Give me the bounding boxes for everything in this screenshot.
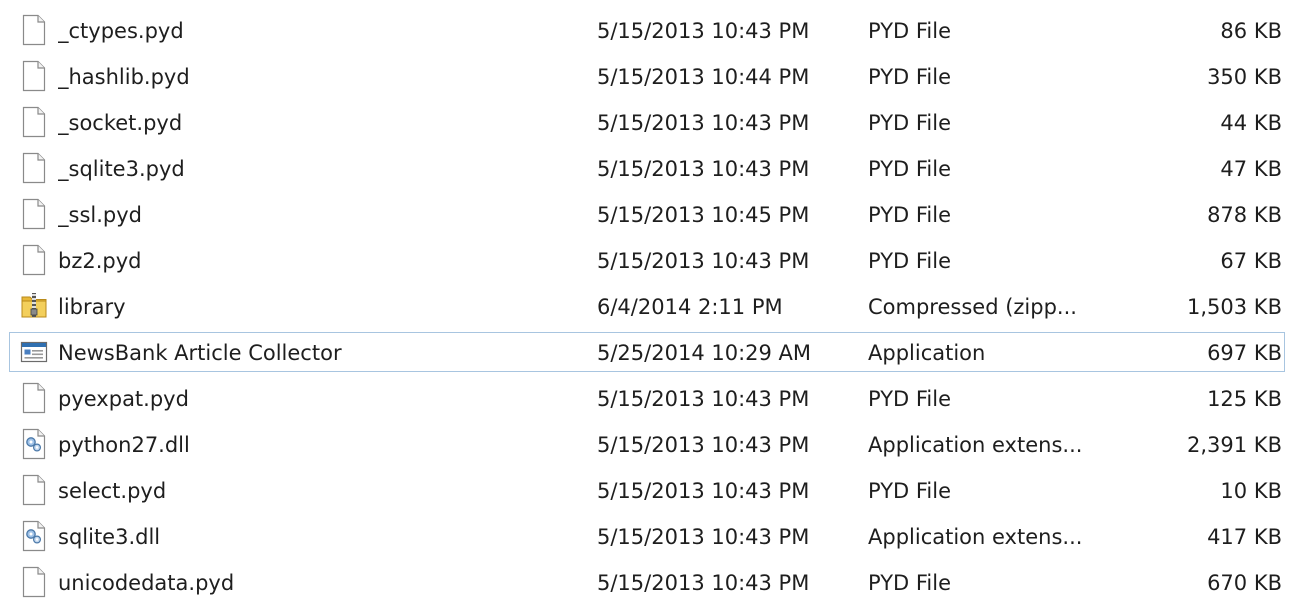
- file-name: pyexpat.pyd: [58, 387, 189, 411]
- file-size: 2,391 KB: [1187, 433, 1282, 457]
- file-type: PYD File: [868, 203, 952, 227]
- file-row[interactable]: _ssl.pyd 5/15/2013 10:45 PM PYD File 878…: [0, 192, 1289, 238]
- file-date-modified: 5/15/2013 10:43 PM: [597, 479, 810, 503]
- file-date-modified: 6/4/2014 2:11 PM: [597, 295, 783, 319]
- file-type: PYD File: [868, 157, 952, 181]
- file-size: 47 KB: [1220, 157, 1282, 181]
- file-row[interactable]: pyexpat.pyd 5/15/2013 10:43 PM PYD File …: [0, 376, 1289, 422]
- file-type: PYD File: [868, 571, 952, 595]
- file-row[interactable]: sqlite3.dll 5/15/2013 10:43 PM Applicati…: [0, 514, 1289, 560]
- file-icon: [20, 14, 48, 46]
- file-size: 417 KB: [1207, 525, 1282, 549]
- file-type: PYD File: [868, 65, 952, 89]
- file-date-modified: 5/15/2013 10:43 PM: [597, 433, 810, 457]
- zip-folder-icon: [20, 290, 48, 322]
- file-row[interactable]: _ctypes.pyd 5/15/2013 10:43 PM PYD File …: [0, 8, 1289, 54]
- dll-icon: [20, 520, 48, 552]
- file-type: Application: [868, 341, 986, 365]
- file-name: bz2.pyd: [58, 249, 142, 273]
- file-row[interactable]: unicodedata.pyd 5/15/2013 10:43 PM PYD F…: [0, 560, 1289, 606]
- file-name: unicodedata.pyd: [58, 571, 235, 595]
- file-size: 1,503 KB: [1187, 295, 1282, 319]
- file-icon: [20, 60, 48, 92]
- file-size: 125 KB: [1207, 387, 1282, 411]
- file-type: PYD File: [868, 387, 952, 411]
- file-row[interactable]: library 6/4/2014 2:11 PM Compressed (zip…: [0, 284, 1289, 330]
- file-date-modified: 5/15/2013 10:43 PM: [597, 19, 810, 43]
- file-name: _hashlib.pyd: [58, 65, 190, 89]
- file-list: _ctypes.pyd 5/15/2013 10:43 PM PYD File …: [0, 8, 1289, 606]
- dll-icon: [20, 428, 48, 460]
- file-name: _ssl.pyd: [58, 203, 142, 227]
- file-icon: [20, 198, 48, 230]
- file-date-modified: 5/15/2013 10:43 PM: [597, 249, 810, 273]
- file-icon: [20, 566, 48, 598]
- file-type: PYD File: [868, 111, 952, 135]
- file-name: library: [58, 295, 126, 319]
- file-type: PYD File: [868, 19, 952, 43]
- file-row[interactable]: NewsBank Article Collector 5/25/2014 10:…: [0, 330, 1289, 376]
- file-icon: [20, 382, 48, 414]
- file-date-modified: 5/15/2013 10:43 PM: [597, 387, 810, 411]
- file-name: python27.dll: [58, 433, 190, 457]
- file-type: Application extens...: [868, 433, 1083, 457]
- file-type: PYD File: [868, 479, 952, 503]
- file-date-modified: 5/25/2014 10:29 AM: [597, 341, 812, 365]
- file-size: 697 KB: [1207, 341, 1282, 365]
- file-row[interactable]: _socket.pyd 5/15/2013 10:43 PM PYD File …: [0, 100, 1289, 146]
- file-type: PYD File: [868, 249, 952, 273]
- file-date-modified: 5/15/2013 10:43 PM: [597, 111, 810, 135]
- file-name: _sqlite3.pyd: [58, 157, 185, 181]
- file-name: _socket.pyd: [58, 111, 183, 135]
- file-row[interactable]: _sqlite3.pyd 5/15/2013 10:43 PM PYD File…: [0, 146, 1289, 192]
- file-row[interactable]: _hashlib.pyd 5/15/2013 10:44 PM PYD File…: [0, 54, 1289, 100]
- file-size: 44 KB: [1220, 111, 1282, 135]
- file-date-modified: 5/15/2013 10:43 PM: [597, 571, 810, 595]
- file-icon: [20, 152, 48, 184]
- file-name: _ctypes.pyd: [58, 19, 184, 43]
- file-date-modified: 5/15/2013 10:44 PM: [597, 65, 810, 89]
- file-size: 670 KB: [1207, 571, 1282, 595]
- file-type: Application extens...: [868, 525, 1083, 549]
- file-size: 878 KB: [1207, 203, 1282, 227]
- application-icon: [20, 336, 48, 368]
- file-name: select.pyd: [58, 479, 167, 503]
- file-size: 10 KB: [1220, 479, 1282, 503]
- file-name: NewsBank Article Collector: [58, 341, 342, 365]
- file-icon: [20, 106, 48, 138]
- file-row[interactable]: bz2.pyd 5/15/2013 10:43 PM PYD File 67 K…: [0, 238, 1289, 284]
- file-row[interactable]: python27.dll 5/15/2013 10:43 PM Applicat…: [0, 422, 1289, 468]
- file-date-modified: 5/15/2013 10:43 PM: [597, 525, 810, 549]
- file-icon: [20, 474, 48, 506]
- file-type: Compressed (zipp...: [868, 295, 1077, 319]
- file-icon: [20, 244, 48, 276]
- file-date-modified: 5/15/2013 10:43 PM: [597, 157, 810, 181]
- file-name: sqlite3.dll: [58, 525, 161, 549]
- file-size: 86 KB: [1220, 19, 1282, 43]
- file-row[interactable]: select.pyd 5/15/2013 10:43 PM PYD File 1…: [0, 468, 1289, 514]
- file-date-modified: 5/15/2013 10:45 PM: [597, 203, 810, 227]
- file-size: 67 KB: [1220, 249, 1282, 273]
- file-size: 350 KB: [1207, 65, 1282, 89]
